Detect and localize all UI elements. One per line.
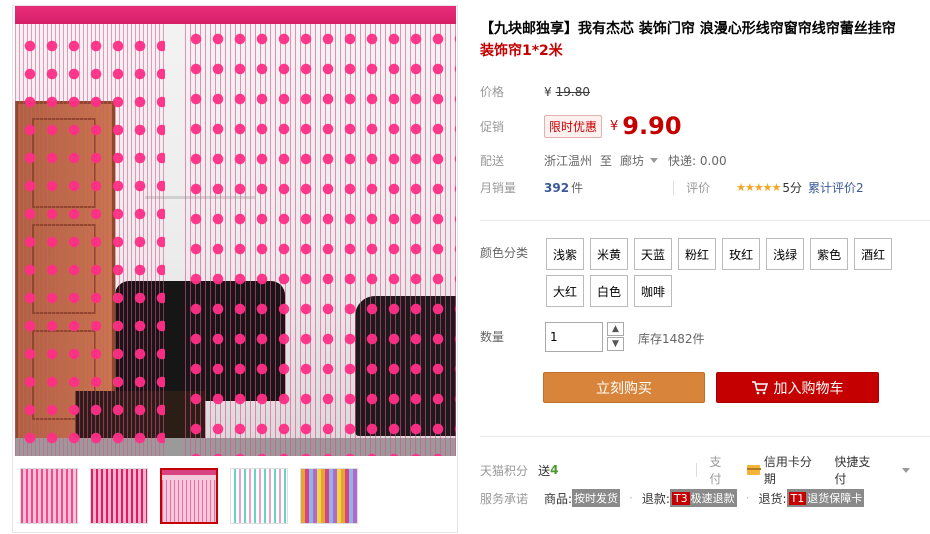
sku-option[interactable]: 酒红 xyxy=(854,238,893,270)
promo-price: 9.90 xyxy=(622,112,682,140)
promo-label: 促销 xyxy=(480,119,505,134)
price-currency: ¥ xyxy=(544,84,552,99)
curtain-left xyxy=(15,24,165,456)
sku-option[interactable]: 浅绿 xyxy=(766,238,805,270)
sales-count: 392 xyxy=(544,180,570,195)
add-to-cart-label: 加入购物车 xyxy=(773,380,844,397)
sku-option[interactable]: 玫红 xyxy=(722,238,761,270)
curtain-valance xyxy=(15,6,456,24)
thumbnail[interactable] xyxy=(20,468,78,524)
credit-installment-link[interactable]: 信用卡分期 xyxy=(764,453,819,487)
thumbnail[interactable] xyxy=(90,468,148,524)
shipping-label: 配送 xyxy=(480,154,505,168)
sku-option[interactable]: 咖啡 xyxy=(634,275,673,307)
sales-label: 月销量 xyxy=(480,181,517,195)
promo-row: 促销 限时优惠 ¥ 9.90 xyxy=(480,112,682,140)
cart-icon xyxy=(751,380,768,395)
payment-label: 支付 xyxy=(709,455,722,486)
shipping-to-word: 至 xyxy=(600,154,613,168)
main-product-image[interactable] xyxy=(15,6,456,456)
product-gallery xyxy=(12,5,458,533)
add-to-cart-button[interactable]: 加入购物车 xyxy=(716,372,879,403)
product-title: 【九块邮独享】我有杰芯 装饰门帘 浪漫心形线帘窗帘线帘蕾丝挂帘 装饰帘1*2米 xyxy=(480,18,920,62)
shipping-destination[interactable]: 廊坊 xyxy=(620,152,644,169)
product-info: 【九块邮独享】我有杰芯 装饰门帘 浪漫心形线帘窗帘线帘蕾丝挂帘 装饰帘1*2米 … xyxy=(480,0,930,534)
thumbnail-active[interactable] xyxy=(160,468,218,524)
return-tag: T1 xyxy=(788,492,807,505)
quick-pay-link[interactable]: 快捷支付 xyxy=(834,453,878,487)
promo-tag: 限时优惠 xyxy=(544,114,603,138)
service-label: 服务承诺 xyxy=(480,491,529,506)
sku-option[interactable]: 粉红 xyxy=(678,238,717,270)
quantity-label: 数量 xyxy=(480,330,505,344)
sales-unit: 件 xyxy=(571,181,584,195)
cumulative-reviews-link[interactable]: 累计评价2 xyxy=(808,179,864,196)
credit-card-icon xyxy=(747,465,761,475)
thumbnail[interactable] xyxy=(300,468,358,524)
rating-score: 5分 xyxy=(782,181,803,195)
promo-currency: ¥ xyxy=(610,118,619,134)
ontime-delivery-badge[interactable]: 按时发货 xyxy=(572,489,621,507)
sku-label: 颜色分类 xyxy=(480,246,529,260)
sku-option[interactable]: 天蓝 xyxy=(634,238,673,270)
buy-now-label: 立刻购买 xyxy=(596,380,652,397)
return-badge-text: 退货保障卡 xyxy=(807,492,863,505)
sku-option[interactable]: 大红 xyxy=(546,275,585,307)
rating-stars-icon: ★★★★★ xyxy=(736,181,781,194)
sku-option[interactable]: 紫色 xyxy=(810,238,849,270)
thumbnail-strip xyxy=(20,468,358,524)
shipping-row: 配送 浙江温州 至 廊坊 快递: 0.00 xyxy=(480,152,727,169)
buy-now-button[interactable]: 立刻购买 xyxy=(543,372,705,403)
original-price: 19.80 xyxy=(555,84,590,99)
goods-label: 商品: xyxy=(544,491,573,506)
shipping-fee: 快递: 0.00 xyxy=(668,154,727,168)
sku-option[interactable]: 白色 xyxy=(590,275,629,307)
quantity-down-button[interactable]: ▼ xyxy=(607,337,624,351)
price-row: 价格 ¥ 19.80 xyxy=(480,83,590,100)
review-label: 评价 xyxy=(686,181,711,195)
stock-count: 库存1482件 xyxy=(638,332,705,346)
thumbnail[interactable] xyxy=(230,468,288,524)
points-label: 天猫积分 xyxy=(480,463,529,478)
curtain-right xyxy=(185,24,456,456)
return-guarantee-badge[interactable]: T1 退货保障卡 xyxy=(786,489,865,507)
title-text: 【九块邮独享】我有杰芯 装饰门帘 浪漫心形线帘窗帘线帘蕾丝挂帘 xyxy=(480,21,896,37)
refund-badge-text: 极速退款 xyxy=(690,492,735,505)
quantity-input[interactable] xyxy=(545,322,603,352)
points-amount: 4 xyxy=(550,463,559,477)
sku-options: 浅紫 米黄 天蓝 粉红 玫红 浅绿 紫色 酒红大红 白色 咖啡 xyxy=(546,238,926,307)
sku-option[interactable]: 浅紫 xyxy=(546,238,585,270)
points-row: 天猫积分 送 4 支付 信用卡分期 快捷支付 xyxy=(480,453,920,487)
return-label: 退货: xyxy=(758,491,787,506)
shipping-from: 浙江温州 xyxy=(544,154,593,168)
title-suffix: 装饰帘1*2米 xyxy=(480,43,563,59)
sku-option[interactable]: 米黄 xyxy=(590,238,629,270)
fast-refund-badge[interactable]: T3 极速退款 xyxy=(669,489,737,507)
service-promise-row: 服务承诺 商品: 按时发货 · 退款: T3 极速退款 · 退货: T1 退货保障卡 xyxy=(480,489,865,507)
quantity-up-button[interactable]: ▲ xyxy=(607,322,624,336)
refund-label: 退款: xyxy=(641,491,670,506)
chevron-down-icon[interactable] xyxy=(650,158,659,163)
sales-row: 月销量 392 件 评价 ★★★★★ 5分 累计评价2 xyxy=(480,179,864,196)
points-send: 送 xyxy=(538,463,551,478)
price-label: 价格 xyxy=(480,85,505,99)
refund-tag: T3 xyxy=(671,492,690,505)
chevron-down-icon[interactable] xyxy=(902,467,911,473)
